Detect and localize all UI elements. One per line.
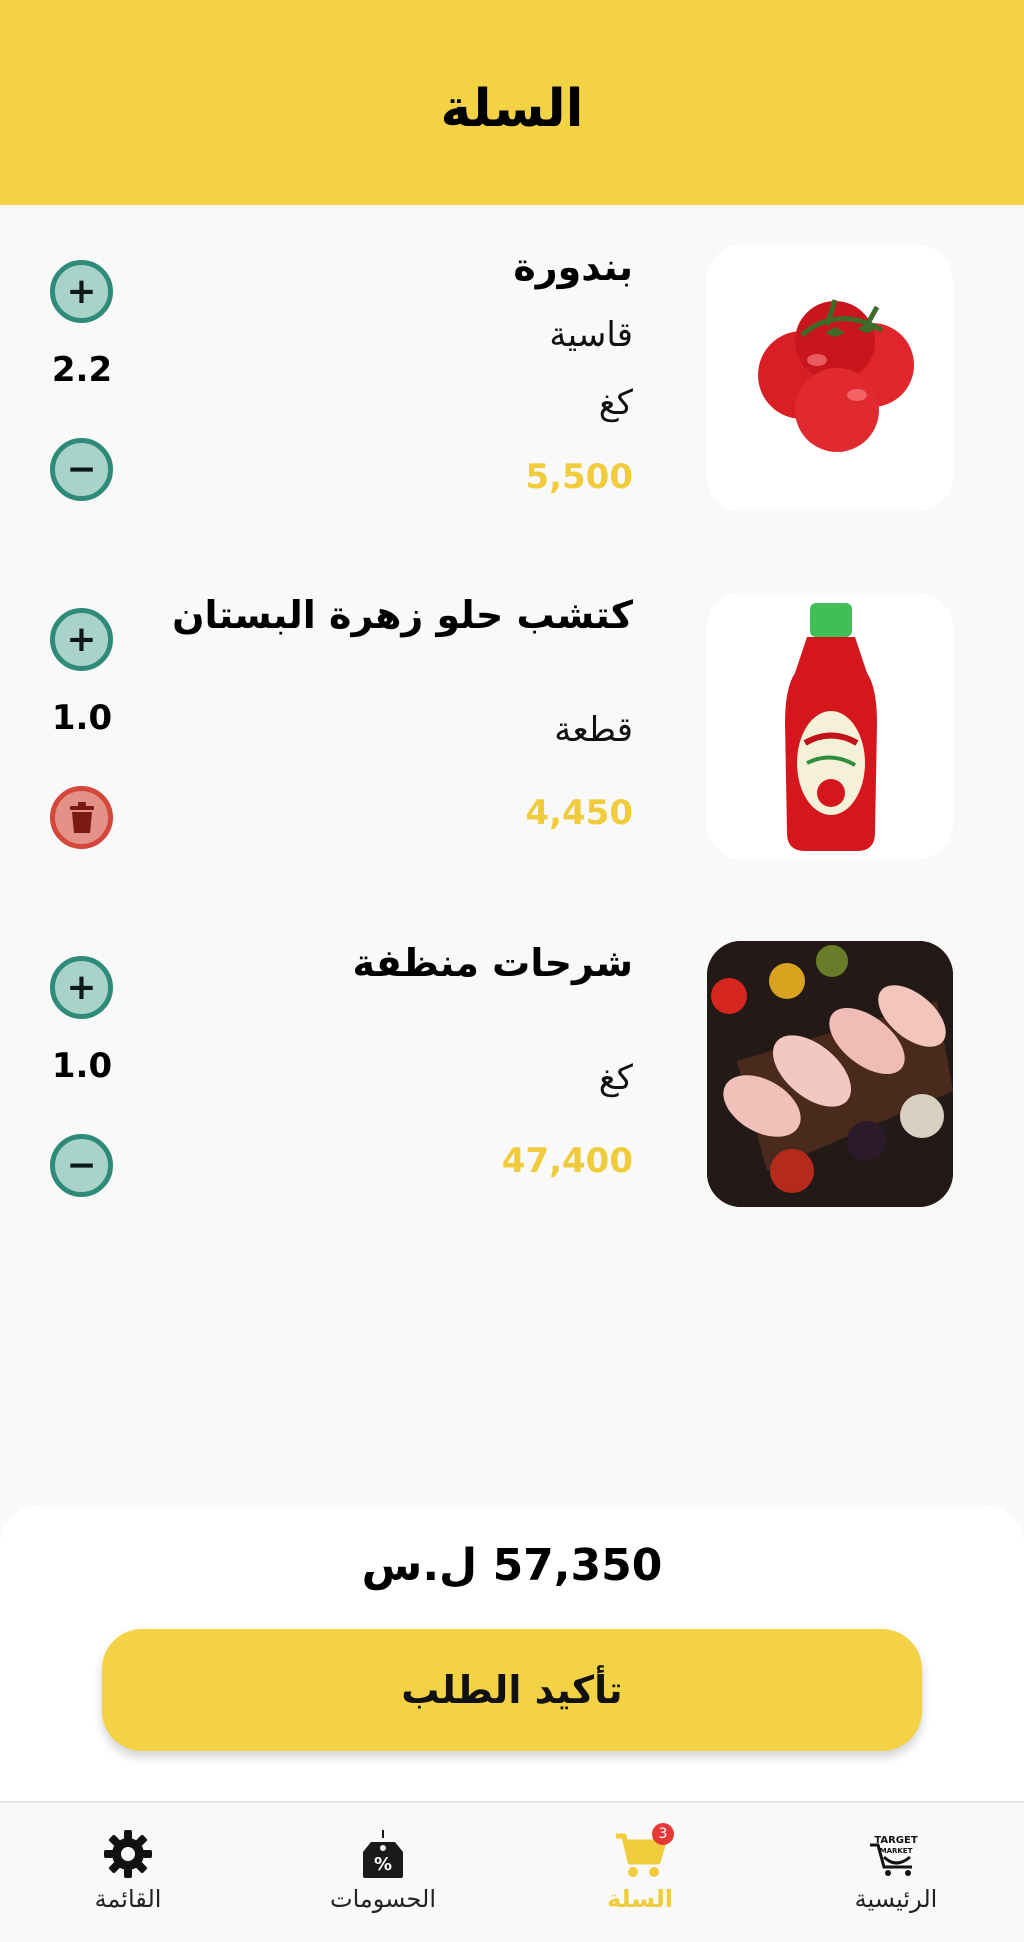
item-price: 5,500: [525, 457, 633, 497]
cart-item: بندورة قاسية كغ 5,500 + 2.2 −: [0, 245, 1024, 515]
nav-item-cart[interactable]: 3 السلة: [540, 1803, 740, 1942]
confirm-order-label: تأكيد الطلب: [401, 1668, 623, 1712]
app-header: السلة: [0, 0, 1024, 205]
svg-text:%: %: [374, 1854, 392, 1875]
decrement-button[interactable]: −: [50, 1134, 113, 1197]
increment-button[interactable]: +: [50, 956, 113, 1019]
item-name: شرحات منظفة: [352, 941, 633, 985]
cart-icon: 3: [614, 1823, 674, 1881]
item-name: كتشب حلو زهرة البستان: [172, 593, 633, 637]
gear-icon: [102, 1827, 154, 1881]
nav-label: السلة: [606, 1885, 673, 1913]
nav-item-discounts[interactable]: % الحسومات: [283, 1803, 483, 1942]
confirm-order-button[interactable]: تأكيد الطلب: [102, 1629, 922, 1751]
nav-label: القائمة: [94, 1885, 162, 1913]
quantity-value: 1.0: [51, 1046, 113, 1086]
cart-item: كتشب حلو زهرة البستان قطعة 4,450 + 1.0: [0, 593, 1024, 863]
item-unit: كغ: [598, 1058, 633, 1098]
quantity-value: 2.2: [51, 350, 113, 390]
cart-item: شرحات منظفة كغ 47,400 + 1.0 −: [0, 941, 1024, 1211]
item-unit: قطعة: [554, 710, 633, 750]
increment-button[interactable]: +: [50, 260, 113, 323]
svg-text:TARGET: TARGET: [874, 1835, 918, 1846]
target-market-logo-icon: TARGET MARKET: [866, 1827, 926, 1881]
delete-button[interactable]: [50, 786, 113, 849]
nav-item-home[interactable]: TARGET MARKET الرئيسية: [796, 1803, 996, 1942]
svg-text:MARKET: MARKET: [880, 1847, 913, 1855]
chicken-breast-image: [707, 941, 953, 1207]
item-unit: كغ: [598, 383, 633, 423]
nav-item-menu[interactable]: القائمة: [28, 1803, 228, 1942]
plus-icon: +: [66, 618, 97, 660]
item-name: بندورة: [513, 245, 633, 289]
cart-count-badge: 3: [652, 1823, 674, 1845]
item-price: 4,450: [525, 793, 633, 833]
decrement-button[interactable]: −: [50, 438, 113, 501]
discount-tag-icon: %: [361, 1827, 405, 1881]
tomatoes-image: [707, 245, 953, 511]
page-title: السلة: [440, 78, 584, 139]
plus-icon: +: [66, 966, 97, 1008]
ketchup-bottle-image: [707, 593, 953, 859]
quantity-value: 1.0: [51, 698, 113, 738]
item-variant: قاسية: [549, 315, 633, 355]
minus-icon: −: [66, 1144, 97, 1186]
nav-label: الحسومات: [329, 1885, 437, 1913]
nav-label: الرئيسية: [854, 1885, 938, 1913]
bottom-nav: القائمة % الحسومات 3 السلة TARGET MARKET…: [0, 1801, 1024, 1942]
increment-button[interactable]: +: [50, 608, 113, 671]
minus-icon: −: [66, 448, 97, 490]
item-price: 47,400: [501, 1141, 633, 1181]
cart-total: 57,350 ل.س: [361, 1540, 663, 1591]
trash-icon: [69, 801, 94, 833]
plus-icon: +: [66, 270, 97, 312]
